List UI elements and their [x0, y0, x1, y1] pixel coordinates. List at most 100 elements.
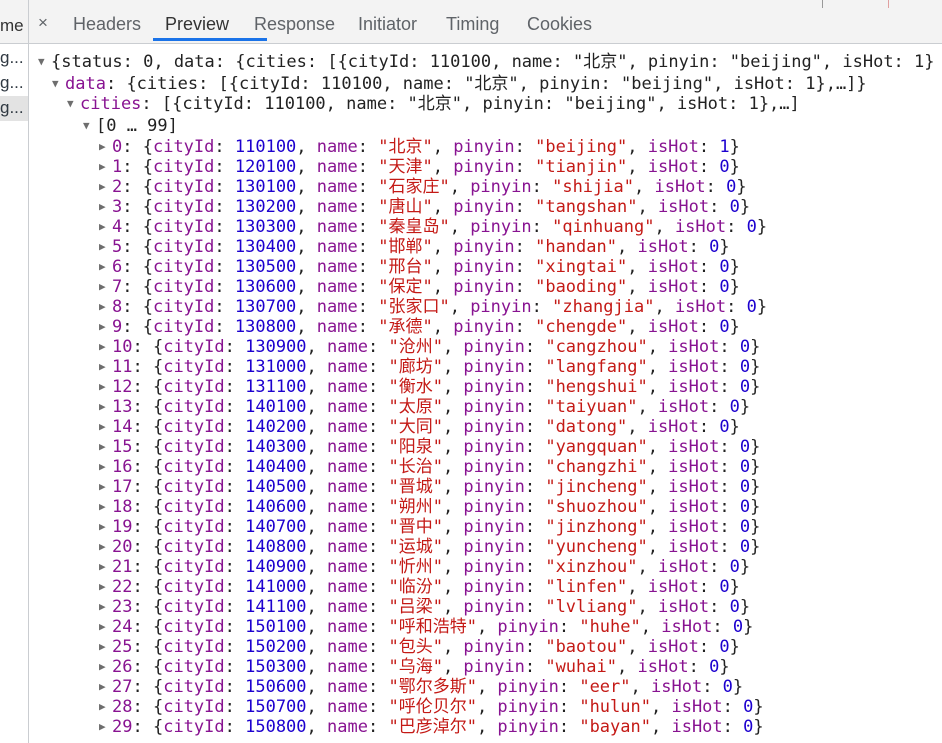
city-index: 23: [112, 597, 133, 617]
collapsed-triangle-icon[interactable]: ▶: [99, 557, 112, 577]
tree-node-cities[interactable]: ▼ cities: [{cityId: 110100, name: "北京", p…: [67, 94, 800, 114]
city-row[interactable]: ▶ 22: {cityId: 141000, name: "临汾", pinyin…: [99, 577, 740, 597]
collapsed-triangle-icon[interactable]: ▶: [99, 317, 112, 337]
tab-initiator[interactable]: Initiator: [358, 14, 417, 36]
city-row[interactable]: ▶ 1: {cityId: 120100, name: "天津", pinyin:…: [99, 157, 740, 177]
request-row[interactable]: g...: [0, 71, 28, 96]
city-row[interactable]: ▶ 11: {cityId: 131000, name: "廊坊", pinyin…: [99, 357, 760, 377]
city-row[interactable]: ▶ 24: {cityId: 150100, name: "呼和浩特", piny…: [99, 617, 753, 637]
collapsed-triangle-icon[interactable]: ▶: [99, 197, 112, 217]
city-row[interactable]: ▶ 14: {cityId: 140200, name: "大同", pinyin…: [99, 417, 740, 437]
tree-node-range[interactable]: ▼ [0 … 99]: [83, 116, 178, 136]
collapsed-triangle-icon[interactable]: ▶: [99, 637, 112, 657]
city-name-value: "巴彦淖尔": [388, 717, 477, 737]
city-row[interactable]: ▶ 13: {cityId: 140100, name: "太原", pinyin…: [99, 397, 750, 417]
city-row[interactable]: ▶ 20: {cityId: 140800, name: "运城", pinyin…: [99, 537, 760, 557]
field-key: pinyin: [463, 517, 525, 537]
tree-node-data[interactable]: ▼ data: {cities: [{cityId: 110100, name: …: [52, 74, 867, 94]
tab-headers[interactable]: Headers: [73, 14, 141, 36]
city-row[interactable]: ▶ 8: {cityId: 130700, name: "张家口", pinyin…: [99, 297, 767, 317]
collapsed-triangle-icon[interactable]: ▶: [99, 717, 112, 737]
city-row[interactable]: ▶ 21: {cityId: 140900, name: "忻州", pinyin…: [99, 557, 750, 577]
expanded-triangle-icon[interactable]: ▼: [67, 94, 80, 114]
city-row[interactable]: ▶ 4: {cityId: 130300, name: "秦皇岛", pinyin…: [99, 217, 767, 237]
tab-cookies[interactable]: Cookies: [527, 14, 592, 36]
city-name-value: "沧州": [388, 337, 443, 357]
field-key: cityId: [152, 237, 215, 257]
collapsed-triangle-icon[interactable]: ▶: [99, 377, 112, 397]
expanded-triangle-icon[interactable]: ▼: [83, 116, 96, 136]
city-id-value: 130100: [234, 177, 297, 197]
field-key: isHot: [668, 377, 720, 397]
city-row[interactable]: ▶ 10: {cityId: 130900, name: "沧州", pinyin…: [99, 337, 760, 357]
collapsed-triangle-icon[interactable]: ▶: [99, 297, 112, 317]
city-row[interactable]: ▶ 18: {cityId: 140600, name: "朔州", pinyin…: [99, 497, 760, 517]
collapsed-triangle-icon[interactable]: ▶: [99, 437, 112, 457]
field-key: pinyin: [470, 217, 532, 237]
field-key: pinyin: [463, 537, 525, 557]
city-name-value: "大同": [388, 417, 443, 437]
collapsed-triangle-icon[interactable]: ▶: [99, 137, 112, 157]
city-row[interactable]: ▶ 7: {cityId: 130600, name: "保定", pinyin:…: [99, 277, 740, 297]
city-row[interactable]: ▶ 6: {cityId: 130500, name: "邢台", pinyin:…: [99, 257, 740, 277]
city-pinyin-value: "jinzhong": [545, 517, 648, 537]
city-row[interactable]: ▶ 17: {cityId: 140500, name: "晋城", pinyin…: [99, 477, 760, 497]
city-row[interactable]: ▶ 9: {cityId: 130800, name: "承德", pinyin:…: [99, 317, 740, 337]
city-row[interactable]: ▶ 0: {cityId: 110100, name: "北京", pinyin:…: [99, 137, 740, 157]
collapsed-triangle-icon[interactable]: ▶: [99, 577, 112, 597]
collapsed-triangle-icon[interactable]: ▶: [99, 537, 112, 557]
collapsed-triangle-icon[interactable]: ▶: [99, 237, 112, 257]
collapsed-triangle-icon[interactable]: ▶: [99, 517, 112, 537]
collapsed-triangle-icon[interactable]: ▶: [99, 397, 112, 417]
city-id-value: 140900: [245, 557, 307, 577]
collapsed-triangle-icon[interactable]: ▶: [99, 257, 112, 277]
city-row[interactable]: ▶ 3: {cityId: 130200, name: "唐山", pinyin:…: [99, 197, 750, 217]
field-key: pinyin: [463, 357, 525, 377]
city-row[interactable]: ▶ 16: {cityId: 140400, name: "长治", pinyin…: [99, 457, 760, 477]
collapsed-triangle-icon[interactable]: ▶: [99, 677, 112, 697]
tab-timing[interactable]: Timing: [446, 14, 499, 36]
collapsed-triangle-icon[interactable]: ▶: [99, 177, 112, 197]
tab-preview[interactable]: Preview: [165, 14, 229, 36]
city-ishot-value: 0: [729, 597, 740, 617]
collapsed-triangle-icon[interactable]: ▶: [99, 697, 112, 717]
city-ishot-value: 0: [729, 197, 740, 217]
close-icon[interactable]: ×: [38, 14, 48, 31]
city-row[interactable]: ▶ 5: {cityId: 130400, name: "邯郸", pinyin:…: [99, 237, 730, 257]
city-id-value: 130800: [234, 317, 297, 337]
collapsed-triangle-icon[interactable]: ▶: [99, 497, 112, 517]
city-row[interactable]: ▶ 23: {cityId: 141100, name: "吕梁", pinyin…: [99, 597, 750, 617]
tab-response[interactable]: Response: [254, 14, 335, 36]
city-row[interactable]: ▶ 2: {cityId: 130100, name: "石家庄", pinyin…: [99, 177, 747, 197]
city-row[interactable]: ▶ 19: {cityId: 140700, name: "晋中", pinyin…: [99, 517, 760, 537]
request-row[interactable]: g...: [0, 46, 28, 71]
city-name-value: "运城": [388, 537, 443, 557]
collapsed-triangle-icon[interactable]: ▶: [99, 337, 112, 357]
tree-root[interactable]: ▼ {status: 0, data: {cities: [{cityId: 11…: [38, 52, 935, 72]
city-id-value: 150600: [245, 677, 307, 697]
expanded-triangle-icon[interactable]: ▼: [38, 52, 51, 72]
collapsed-triangle-icon[interactable]: ▶: [99, 617, 112, 637]
collapsed-triangle-icon[interactable]: ▶: [99, 277, 112, 297]
collapsed-triangle-icon[interactable]: ▶: [99, 477, 112, 497]
city-row[interactable]: ▶ 28: {cityId: 150700, name: "呼伦贝尔", piny…: [99, 697, 764, 717]
city-row[interactable]: ▶ 27: {cityId: 150600, name: "鄂尔多斯", piny…: [99, 677, 743, 697]
request-row-selected[interactable]: g...: [0, 96, 28, 121]
collapsed-triangle-icon[interactable]: ▶: [99, 417, 112, 437]
collapsed-triangle-icon[interactable]: ▶: [99, 657, 112, 677]
collapsed-triangle-icon[interactable]: ▶: [99, 217, 112, 237]
name-column-header-label: me: [0, 16, 24, 35]
city-row[interactable]: ▶ 12: {cityId: 131100, name: "衡水", pinyin…: [99, 377, 760, 397]
collapsed-triangle-icon[interactable]: ▶: [99, 157, 112, 177]
collapsed-triangle-icon[interactable]: ▶: [99, 357, 112, 377]
city-row[interactable]: ▶ 25: {cityId: 150200, name: "包头", pinyin…: [99, 637, 740, 657]
city-row[interactable]: ▶ 26: {cityId: 150300, name: "乌海", pinyin…: [99, 657, 730, 677]
city-row[interactable]: ▶ 15: {cityId: 140300, name: "阳泉", pinyin…: [99, 437, 760, 457]
collapsed-triangle-icon[interactable]: ▶: [99, 597, 112, 617]
collapsed-triangle-icon[interactable]: ▶: [99, 457, 112, 477]
field-key: pinyin: [453, 317, 515, 337]
city-id-value: 150800: [245, 717, 307, 737]
root-summary: {status: 0, data: {cities: [{cityId: 110…: [51, 52, 935, 72]
city-row[interactable]: ▶ 29: {cityId: 150800, name: "巴彦淖尔", piny…: [99, 717, 764, 737]
expanded-triangle-icon[interactable]: ▼: [52, 74, 65, 94]
